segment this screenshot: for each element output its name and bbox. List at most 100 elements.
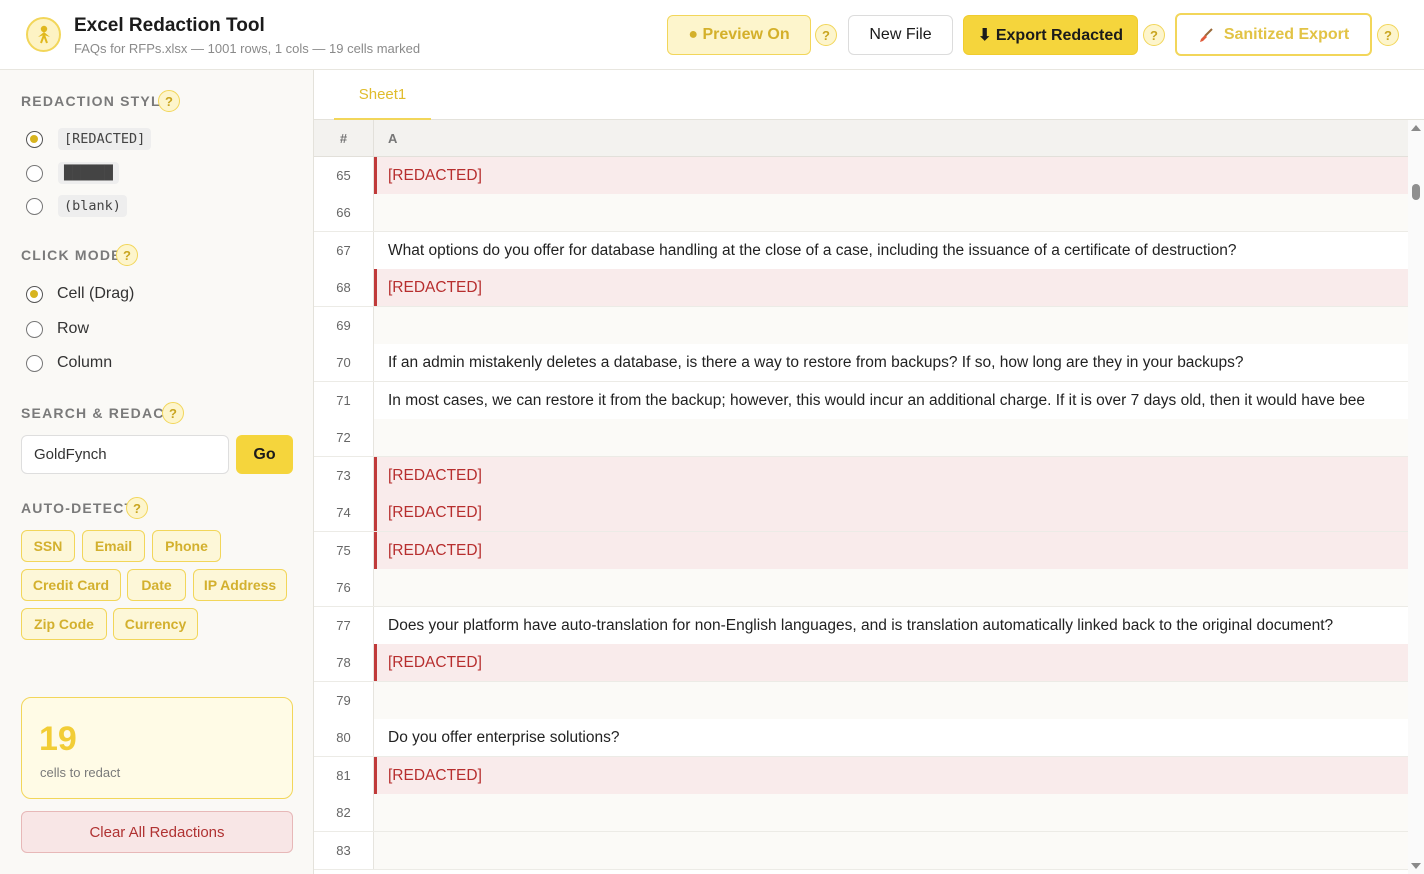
table-row[interactable]: 69 <box>314 307 1408 345</box>
table-row-redacted[interactable]: 74 [REDACTED] <box>314 494 1408 532</box>
row-number[interactable]: 79 <box>314 682 374 719</box>
search-help-icon[interactable]: ? <box>162 402 184 424</box>
table-row-redacted[interactable]: 75 [REDACTED] <box>314 532 1408 570</box>
mode-option-cell[interactable]: Cell (Drag) <box>26 282 134 306</box>
mode-option-label: Cell (Drag) <box>57 285 135 302</box>
row-number[interactable]: 75 <box>314 532 374 569</box>
row-number[interactable]: 74 <box>314 494 374 531</box>
table-cell[interactable]: [REDACTED] <box>374 757 1408 794</box>
table-row-redacted[interactable]: 65 [REDACTED] <box>314 157 1408 195</box>
table-row[interactable]: 77 Does your platform have auto-translati… <box>314 607 1408 645</box>
table-cell[interactable] <box>374 419 1408 456</box>
radio-unselected[interactable] <box>26 354 43 372</box>
table-row[interactable]: 80 Do you offer enterprise solutions? <box>314 719 1408 757</box>
table-row-redacted[interactable]: 68 [REDACTED] <box>314 269 1408 307</box>
row-number[interactable]: 80 <box>314 719 374 756</box>
sanitized-export-button[interactable]: Sanitized Export <box>1175 13 1372 56</box>
table-cell[interactable]: [REDACTED] <box>374 532 1408 569</box>
table-cell[interactable] <box>374 307 1408 344</box>
detect-date-button[interactable]: Date <box>127 569 186 601</box>
table-cell[interactable] <box>374 794 1408 831</box>
table-row[interactable]: 67 What options do you offer for database… <box>314 232 1408 270</box>
table-cell[interactable]: Does your platform have auto-translation… <box>374 607 1408 644</box>
row-number[interactable]: 73 <box>314 457 374 494</box>
table-row-redacted[interactable]: 73 [REDACTED] <box>314 457 1408 495</box>
table-cell[interactable]: [REDACTED] <box>374 269 1408 306</box>
mode-option-row[interactable]: Row <box>26 317 89 341</box>
detect-zip-code-button[interactable]: Zip Code <box>21 608 107 640</box>
tab-sheet1[interactable]: Sheet1 <box>334 70 431 120</box>
table-row[interactable]: 71 In most cases, we can restore it from … <box>314 382 1408 420</box>
table-cell[interactable]: What options do you offer for database h… <box>374 232 1408 269</box>
table-row-redacted[interactable]: 81 [REDACTED] <box>314 757 1408 795</box>
radio-selected[interactable] <box>26 130 43 148</box>
row-number[interactable]: 65 <box>314 157 374 194</box>
row-number[interactable]: 72 <box>314 419 374 456</box>
table-cell[interactable] <box>374 194 1408 231</box>
row-number[interactable]: 82 <box>314 794 374 831</box>
radio-unselected[interactable] <box>26 197 43 215</box>
auto-detect-help-icon[interactable]: ? <box>126 497 148 519</box>
vertical-scrollbar[interactable] <box>1408 120 1424 874</box>
table-row-redacted[interactable]: 78 [REDACTED] <box>314 644 1408 682</box>
table-cell[interactable]: In most cases, we can restore it from th… <box>374 382 1408 419</box>
column-a-header[interactable]: A <box>388 120 397 157</box>
row-number[interactable]: 78 <box>314 644 374 681</box>
row-number[interactable]: 69 <box>314 307 374 344</box>
detect-ssn-button[interactable]: SSN <box>21 530 75 562</box>
table-cell[interactable] <box>374 832 1408 869</box>
new-file-button[interactable]: New File <box>848 15 953 55</box>
click-mode-title: CLICK MODE <box>21 247 122 263</box>
style-option-redacted[interactable]: [REDACTED] <box>26 127 152 151</box>
clear-all-redactions-button[interactable]: Clear All Redactions <box>21 811 293 853</box>
table-cell[interactable]: If an admin mistakenly deletes a databas… <box>374 344 1408 381</box>
table-row[interactable]: 79 <box>314 682 1408 720</box>
sanitize-help-icon[interactable]: ? <box>1377 24 1399 46</box>
scroll-down-icon[interactable] <box>1411 863 1421 869</box>
table-cell[interactable]: [REDACTED] <box>374 157 1408 194</box>
search-input[interactable] <box>21 435 229 474</box>
radio-selected[interactable] <box>26 285 43 303</box>
table-row[interactable]: 72 <box>314 419 1408 457</box>
table-cell[interactable]: [REDACTED] <box>374 494 1408 531</box>
table-row[interactable]: 76 <box>314 569 1408 607</box>
table-cell[interactable]: [REDACTED] <box>374 644 1408 681</box>
row-number[interactable]: 67 <box>314 232 374 269</box>
detect-ip-address-button[interactable]: IP Address <box>193 569 287 601</box>
style-option-blank[interactable]: (blank) <box>26 194 127 218</box>
row-number[interactable]: 66 <box>314 194 374 231</box>
scroll-thumb[interactable] <box>1412 184 1420 200</box>
export-help-icon[interactable]: ? <box>1143 24 1165 46</box>
click-mode-help-icon[interactable]: ? <box>116 244 138 266</box>
detect-phone-button[interactable]: Phone <box>152 530 221 562</box>
table-row[interactable]: 66 <box>314 194 1408 232</box>
mode-option-column[interactable]: Column <box>26 351 112 375</box>
preview-toggle-button[interactable]: ● Preview On <box>667 15 811 55</box>
radio-unselected[interactable] <box>26 164 43 182</box>
scroll-up-icon[interactable] <box>1411 125 1421 131</box>
row-number[interactable]: 76 <box>314 569 374 606</box>
table-row[interactable]: 70 If an admin mistakenly deletes a datab… <box>314 344 1408 382</box>
row-number[interactable]: 70 <box>314 344 374 381</box>
row-number[interactable]: 68 <box>314 269 374 306</box>
row-number[interactable]: 81 <box>314 757 374 794</box>
redaction-style-help-icon[interactable]: ? <box>158 90 180 112</box>
preview-help-icon[interactable]: ? <box>815 24 837 46</box>
style-option-block[interactable]: ██████ <box>26 161 119 185</box>
row-number[interactable]: 77 <box>314 607 374 644</box>
detect-currency-button[interactable]: Currency <box>113 608 198 640</box>
detect-email-button[interactable]: Email <box>82 530 145 562</box>
table-row[interactable]: 82 <box>314 794 1408 832</box>
export-redacted-button[interactable]: ⬇ Export Redacted <box>963 15 1138 55</box>
table-row[interactable]: 83 <box>314 832 1408 870</box>
detect-credit-card-button[interactable]: Credit Card <box>21 569 121 601</box>
table-cell[interactable]: [REDACTED] <box>374 457 1408 494</box>
row-number[interactable]: 71 <box>314 382 374 419</box>
search-go-button[interactable]: Go <box>236 435 293 474</box>
table-cell[interactable] <box>374 569 1408 606</box>
row-number[interactable]: 83 <box>314 832 374 869</box>
radio-unselected[interactable] <box>26 320 43 338</box>
table-cell[interactable] <box>374 682 1408 719</box>
app-header: Excel Redaction Tool FAQs for RFPs.xlsx … <box>0 0 1424 70</box>
table-cell[interactable]: Do you offer enterprise solutions? <box>374 719 1408 756</box>
